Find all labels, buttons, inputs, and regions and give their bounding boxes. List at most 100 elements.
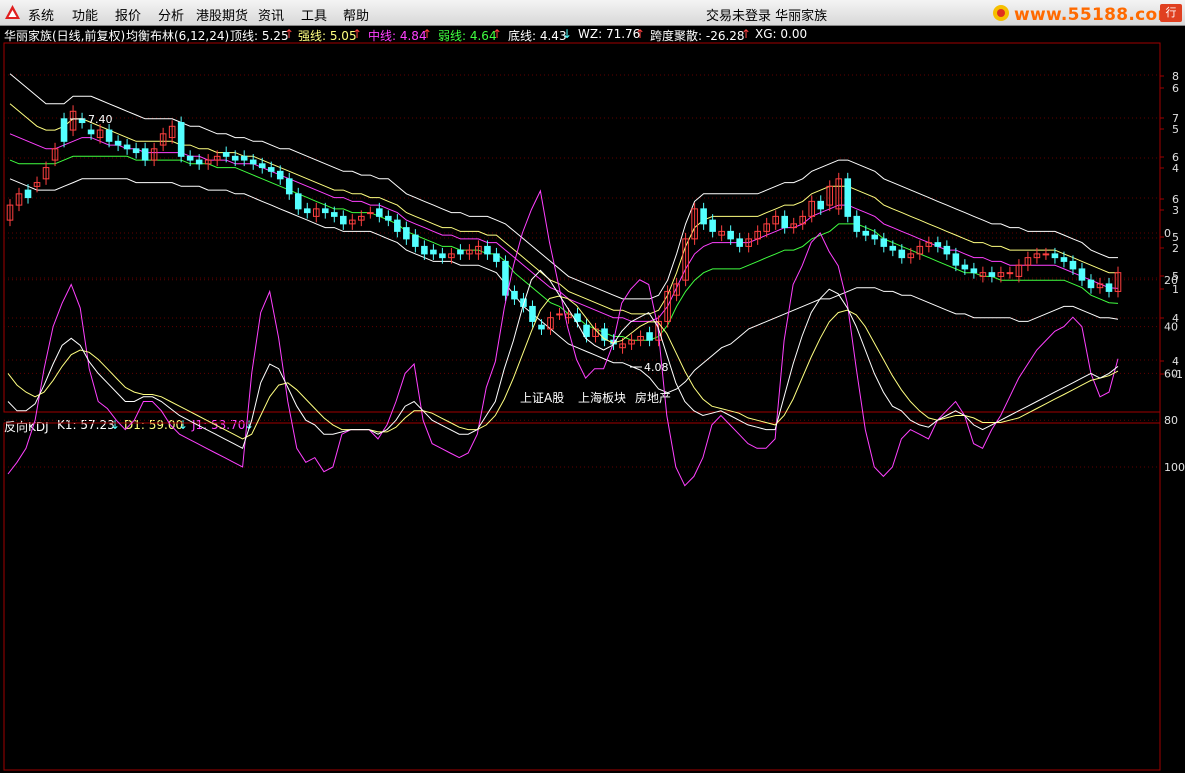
- candle-down: [1105, 283, 1113, 292]
- candle-down: [871, 234, 879, 240]
- candle-down: [529, 305, 536, 322]
- candle-down: [844, 178, 852, 217]
- candle-down: [394, 219, 401, 232]
- candle-down: [267, 167, 275, 172]
- band-line-top: [9, 73, 1118, 300]
- candle-down: [457, 249, 464, 255]
- kdj-line-j: [7, 189, 1119, 487]
- candle-down: [105, 129, 113, 142]
- candle-down: [276, 170, 284, 180]
- candle-down: [646, 332, 653, 341]
- candle-down: [934, 242, 942, 247]
- candle-down: [294, 193, 302, 210]
- kdj-axis-label: 80: [1164, 414, 1178, 427]
- kdj-axis-label: 40: [1164, 321, 1178, 334]
- candle-down: [114, 140, 122, 146]
- candle-down: [132, 148, 140, 154]
- chart-annotations: 7.40 4.08 上证A股 上海板块 房地产: [88, 113, 671, 405]
- candle-down: [412, 234, 419, 247]
- candle-down: [511, 290, 518, 300]
- kdj-axis-label: 100: [1164, 461, 1185, 474]
- low-price-label: 4.08: [644, 361, 669, 374]
- candle-down: [952, 253, 960, 266]
- main-panel-border: [3, 42, 1161, 413]
- candle-down: [781, 215, 788, 229]
- candle-down: [123, 144, 131, 150]
- candle-down: [970, 268, 978, 274]
- candle-down: [853, 215, 861, 232]
- candle-down: [1078, 268, 1086, 281]
- candle-down: [60, 118, 68, 142]
- high-price-label: 7.40: [88, 113, 113, 126]
- candle-down: [583, 324, 590, 337]
- candle-down: [430, 249, 437, 255]
- candle-down: [1069, 260, 1077, 270]
- candle-down: [186, 155, 194, 161]
- kdj-axis-label: 0: [1164, 227, 1171, 240]
- chart-canvas[interactable]: 86756463525144-1100806040200 7.40 4.08 上…: [0, 0, 1185, 773]
- candle-down: [700, 208, 707, 225]
- candle-down: [177, 122, 185, 157]
- candle-down: [484, 245, 491, 255]
- candle-down: [303, 208, 311, 214]
- candle-down: [376, 208, 383, 217]
- candle-down: [222, 152, 230, 157]
- candle-up: [556, 313, 563, 316]
- candle-down: [988, 272, 996, 277]
- kdj-axis-label: 20: [1164, 274, 1178, 287]
- price-axis-label: 4: [1172, 355, 1179, 368]
- candle-down: [439, 253, 446, 259]
- candle-down: [403, 227, 410, 240]
- candle-down: [249, 159, 257, 165]
- band-line-bottom: [9, 178, 1119, 394]
- candle-down: [862, 230, 870, 236]
- kdj-line-d: [7, 295, 1119, 440]
- candle-down: [331, 212, 338, 217]
- price-axis-label: 5: [1172, 123, 1179, 136]
- candle-down: [961, 264, 969, 270]
- candle-down: [195, 159, 203, 165]
- candle-down: [1060, 257, 1068, 262]
- candle-down: [943, 245, 951, 255]
- candle-down: [817, 200, 825, 210]
- candle-down: [87, 129, 95, 135]
- candle-down: [1087, 279, 1095, 289]
- candle-down: [421, 245, 428, 255]
- chart-frame: [3, 42, 1161, 771]
- sector-label-a-share[interactable]: 上证A股: [520, 391, 564, 405]
- band-line-mid: [9, 133, 1119, 322]
- price-axis-label: 6: [1172, 82, 1179, 95]
- candle-down: [285, 178, 293, 195]
- candle-down: [231, 155, 239, 161]
- candle-down: [141, 148, 149, 161]
- candle-down: [321, 208, 329, 214]
- candle-down: [709, 219, 716, 232]
- price-axis: 86756463525144-1100806040200: [70, 70, 1185, 474]
- band-line-strong: [9, 103, 1118, 315]
- candle-down: [240, 155, 248, 161]
- candle-down: [898, 249, 906, 259]
- candle-down: [24, 189, 32, 199]
- price-axis-label: 2: [1172, 242, 1179, 255]
- candle-down: [502, 260, 509, 296]
- candle-down: [727, 230, 734, 240]
- kdj-panel-border: [3, 422, 1161, 771]
- sector-label-shanghai[interactable]: 上海板块: [578, 390, 626, 405]
- candle-down: [493, 253, 500, 262]
- chart-grid: [4, 74, 1160, 468]
- candle-up: [367, 212, 374, 215]
- price-axis-label: 3: [1172, 204, 1179, 217]
- kdj-axis-label: 60: [1164, 367, 1178, 380]
- candle-down: [385, 215, 392, 221]
- kdj-lines: [7, 189, 1119, 487]
- candle-down: [538, 324, 545, 330]
- candle-down: [1051, 253, 1059, 259]
- candle-down: [889, 245, 897, 251]
- candle-up: [1006, 272, 1014, 275]
- candle-down: [736, 238, 743, 247]
- candle-down: [880, 238, 888, 247]
- price-axis-label: 4: [1172, 162, 1179, 175]
- candle-down: [340, 215, 347, 225]
- candle-down: [258, 163, 266, 169]
- sector-label-real-estate[interactable]: 房地产: [635, 390, 671, 405]
